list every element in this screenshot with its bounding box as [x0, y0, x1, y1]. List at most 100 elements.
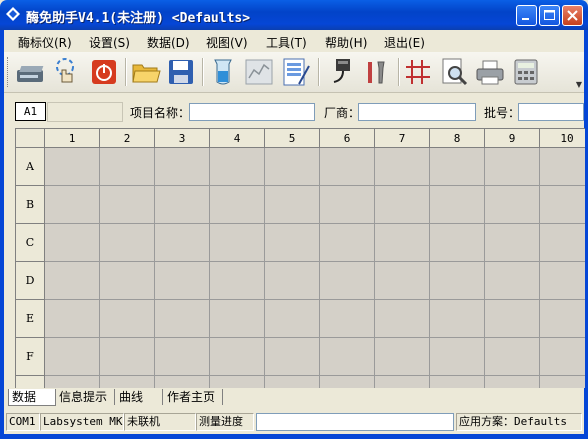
tab-author-home[interactable]: 作者主页: [164, 389, 223, 405]
menu-view[interactable]: 视图(V): [206, 34, 248, 51]
grid-cell[interactable]: [210, 262, 265, 300]
grid-cell[interactable]: [100, 376, 155, 388]
grid-cell[interactable]: [430, 148, 485, 186]
grid-cell[interactable]: [320, 338, 375, 376]
power-button[interactable]: [88, 56, 120, 88]
grid-cell[interactable]: [45, 376, 100, 388]
grid-cell[interactable]: [45, 224, 100, 262]
grid-cell[interactable]: [430, 376, 485, 388]
column-header[interactable]: 2: [100, 129, 155, 148]
grid-cell[interactable]: [45, 300, 100, 338]
grid-cell[interactable]: [265, 376, 320, 388]
grid-cell[interactable]: [265, 262, 320, 300]
grid-cell[interactable]: [100, 148, 155, 186]
column-header[interactable]: 1: [45, 129, 100, 148]
grid-cell[interactable]: [485, 186, 540, 224]
grid-cell[interactable]: [210, 186, 265, 224]
grid-cell[interactable]: [100, 186, 155, 224]
close-button[interactable]: [562, 5, 583, 26]
scanner-button[interactable]: [14, 56, 46, 88]
grid-cell[interactable]: [375, 186, 430, 224]
grid-cell[interactable]: [375, 338, 430, 376]
print-button[interactable]: [474, 56, 506, 88]
menu-reader[interactable]: 酶标仪(R): [18, 34, 72, 51]
column-header[interactable]: 8: [430, 129, 485, 148]
grid-cell[interactable]: [540, 300, 585, 338]
toolbar-overflow-icon[interactable]: ▼: [576, 80, 582, 89]
grid-cell[interactable]: [375, 300, 430, 338]
grid-cell[interactable]: [265, 338, 320, 376]
batch-input[interactable]: [518, 103, 584, 121]
grid-cell[interactable]: [265, 224, 320, 262]
grid-cell[interactable]: [100, 338, 155, 376]
grid-cell[interactable]: [45, 148, 100, 186]
grid-cell[interactable]: [540, 262, 585, 300]
menu-tools[interactable]: 工具(T): [266, 34, 307, 51]
row-header[interactable]: C: [16, 224, 45, 262]
menu-help[interactable]: 帮助(H): [325, 34, 367, 51]
tab-curve[interactable]: 曲线: [116, 389, 163, 405]
row-header[interactable]: D: [16, 262, 45, 300]
grid-cell[interactable]: [155, 186, 210, 224]
grid-cell[interactable]: [265, 300, 320, 338]
column-header[interactable]: 6: [320, 129, 375, 148]
grid-cell[interactable]: [210, 148, 265, 186]
grid-cell[interactable]: [485, 262, 540, 300]
grid-cell[interactable]: [210, 224, 265, 262]
grid-cell[interactable]: [265, 148, 320, 186]
column-header[interactable]: 7: [375, 129, 430, 148]
grid-cell[interactable]: [320, 300, 375, 338]
row-header[interactable]: E: [16, 300, 45, 338]
data-grid[interactable]: 12345678910 ABCDEFG: [15, 128, 585, 388]
grid-cell[interactable]: [375, 148, 430, 186]
report-button[interactable]: [279, 56, 311, 88]
menu-exit[interactable]: 退出(E): [384, 34, 425, 51]
minimize-button[interactable]: [516, 5, 537, 26]
grid-cell[interactable]: [430, 186, 485, 224]
grid-cell[interactable]: [100, 262, 155, 300]
column-header[interactable]: 10: [540, 129, 585, 148]
row-header[interactable]: A: [16, 148, 45, 186]
grid-cell[interactable]: [320, 186, 375, 224]
grid-cell[interactable]: [210, 300, 265, 338]
row-header[interactable]: F: [16, 338, 45, 376]
column-header[interactable]: 9: [485, 129, 540, 148]
preview-button[interactable]: [438, 56, 470, 88]
grid-cell[interactable]: [320, 376, 375, 388]
column-header[interactable]: 4: [210, 129, 265, 148]
grid-cell[interactable]: [485, 224, 540, 262]
grid-cell[interactable]: [485, 376, 540, 388]
toolbar-grip[interactable]: [7, 57, 11, 87]
row-header[interactable]: G: [16, 376, 45, 388]
row-header[interactable]: B: [16, 186, 45, 224]
tab-data[interactable]: 数据: [8, 389, 56, 406]
hand-button[interactable]: [50, 56, 82, 88]
grid-cell[interactable]: [540, 376, 585, 388]
grid-cell[interactable]: [155, 224, 210, 262]
grid-cell[interactable]: [540, 186, 585, 224]
tab-info[interactable]: 信息提示: [56, 389, 115, 405]
project-name-input[interactable]: [189, 103, 315, 121]
grid-cell[interactable]: [430, 300, 485, 338]
grid-cell[interactable]: [430, 224, 485, 262]
grid-cell[interactable]: [320, 224, 375, 262]
grid-cell[interactable]: [375, 376, 430, 388]
grid-cell[interactable]: [155, 262, 210, 300]
grid-cell[interactable]: [45, 338, 100, 376]
grid-cell[interactable]: [210, 376, 265, 388]
grid-cell[interactable]: [540, 224, 585, 262]
save-button[interactable]: [165, 56, 197, 88]
title-bar[interactable]: 酶免助手V4.1(未注册) <Defaults>: [0, 0, 588, 30]
grid-cell[interactable]: [485, 148, 540, 186]
grid-cell[interactable]: [485, 300, 540, 338]
grid-cell[interactable]: [155, 148, 210, 186]
grid-cell[interactable]: [485, 338, 540, 376]
grid-cell[interactable]: [375, 262, 430, 300]
grid-cell[interactable]: [100, 300, 155, 338]
grid-cell[interactable]: [430, 338, 485, 376]
calculator-button[interactable]: [510, 56, 542, 88]
grid-cell[interactable]: [100, 224, 155, 262]
column-header[interactable]: 3: [155, 129, 210, 148]
grid-cell[interactable]: [155, 338, 210, 376]
chart-button[interactable]: [243, 56, 275, 88]
